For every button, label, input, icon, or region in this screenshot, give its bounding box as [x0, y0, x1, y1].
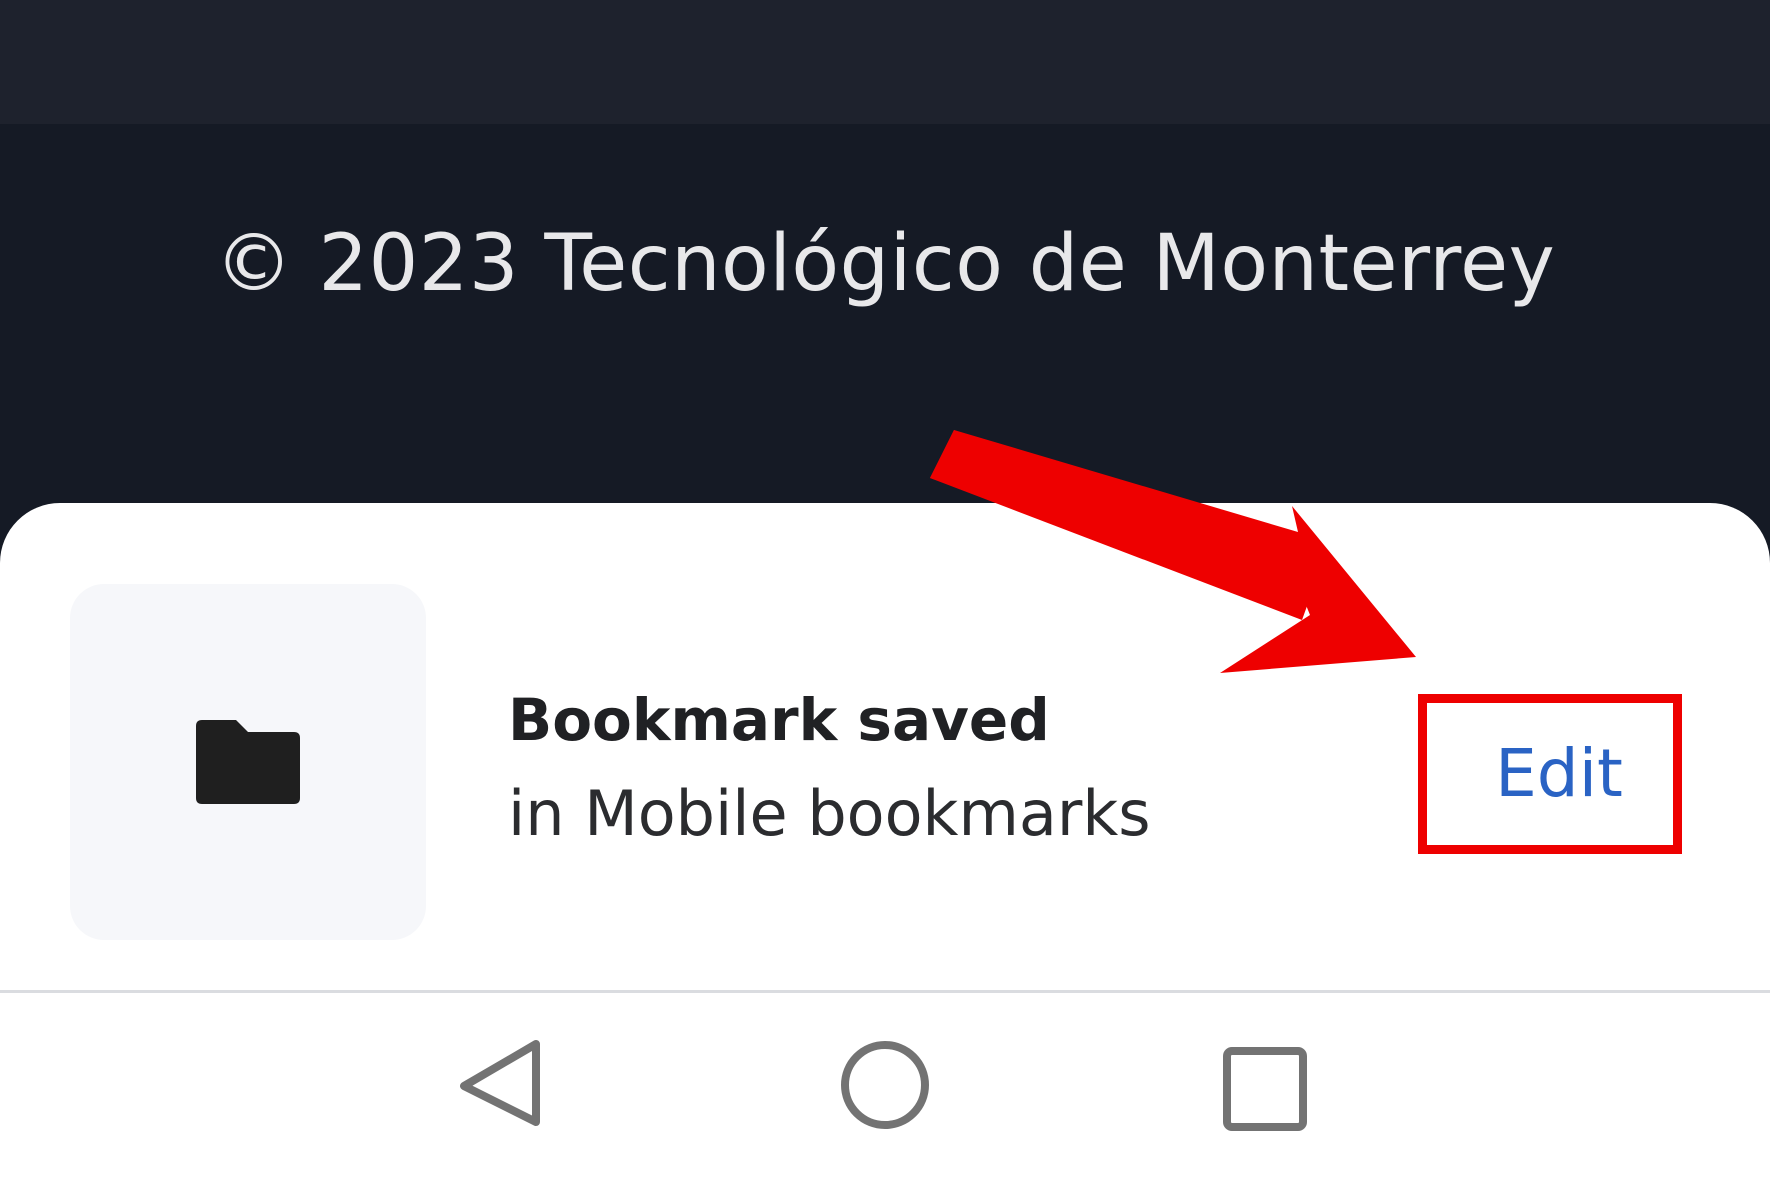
page-top-band: [0, 0, 1770, 124]
red-arrow-annotation: [930, 430, 1416, 673]
snackbar-subtitle: in Mobile bookmarks: [508, 777, 1151, 850]
highlight-box: [1418, 694, 1682, 854]
back-icon[interactable]: [456, 1038, 546, 1128]
page-footer: [0, 124, 1770, 504]
copyright-text: © 2023 Tecnológico de Monterrey: [214, 219, 1556, 309]
home-icon[interactable]: [838, 1038, 932, 1132]
recents-icon[interactable]: [1222, 1046, 1308, 1132]
snackbar-title: Bookmark saved: [508, 686, 1050, 754]
folder-icon: [196, 720, 300, 804]
